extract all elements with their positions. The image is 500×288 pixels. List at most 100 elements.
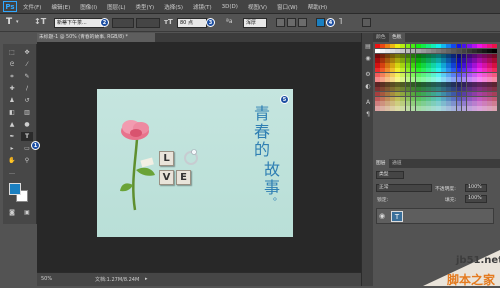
color-swatch[interactable] xyxy=(405,77,411,82)
color-swatch[interactable] xyxy=(487,96,492,101)
color-swatch[interactable] xyxy=(492,53,497,58)
color-swatch[interactable] xyxy=(375,44,380,49)
color-swatch[interactable] xyxy=(482,63,487,68)
color-swatch[interactable] xyxy=(461,53,467,58)
color-swatch[interactable] xyxy=(476,106,482,111)
color-swatch[interactable] xyxy=(482,82,487,87)
color-swatch[interactable] xyxy=(476,77,482,82)
color-swatch[interactable] xyxy=(395,82,401,87)
color-swatch[interactable] xyxy=(405,96,411,101)
color-swatch[interactable] xyxy=(410,106,416,111)
screen-mode-icon[interactable]: ▣ xyxy=(21,208,33,217)
eyedropper-tool-icon[interactable]: ✎ xyxy=(21,72,33,81)
visibility-eye-icon[interactable]: ◉ xyxy=(379,212,385,220)
tab-channels[interactable]: 通道 xyxy=(389,159,405,168)
align-right-icon[interactable] xyxy=(298,18,307,27)
color-swatch[interactable] xyxy=(456,48,462,54)
color-swatch[interactable] xyxy=(461,87,467,92)
color-swatch[interactable] xyxy=(492,58,497,63)
color-swatch[interactable] xyxy=(390,87,395,92)
color-swatch[interactable] xyxy=(487,67,492,73)
color-swatch[interactable] xyxy=(446,44,452,49)
color-swatch[interactable] xyxy=(431,67,436,73)
color-swatch[interactable] xyxy=(456,53,462,58)
color-swatch[interactable] xyxy=(476,101,482,106)
color-swatch[interactable] xyxy=(375,63,380,68)
color-swatch[interactable] xyxy=(482,72,487,78)
stamp-tool-icon[interactable]: ♟ xyxy=(6,96,18,105)
color-swatch[interactable] xyxy=(410,58,416,63)
color-swatch[interactable] xyxy=(446,82,452,87)
color-swatch[interactable] xyxy=(395,77,401,82)
blur-tool-icon[interactable]: ▲ xyxy=(6,120,18,129)
color-swatch[interactable] xyxy=(385,44,390,49)
color-swatch[interactable] xyxy=(446,67,452,73)
color-swatch[interactable] xyxy=(425,96,431,101)
color-swatch[interactable] xyxy=(456,106,462,111)
color-swatch[interactable] xyxy=(431,77,436,82)
color-swatch[interactable] xyxy=(400,77,406,82)
color-swatch[interactable] xyxy=(375,91,380,97)
character-panel-icon[interactable]: A xyxy=(364,99,372,107)
color-swatch[interactable] xyxy=(456,87,462,92)
color-swatch[interactable] xyxy=(451,96,457,101)
color-swatch[interactable] xyxy=(476,72,482,78)
color-swatch[interactable] xyxy=(385,58,390,63)
color-swatch[interactable] xyxy=(436,77,441,82)
menu-3d[interactable]: 3D(D) xyxy=(222,4,238,10)
color-swatch[interactable] xyxy=(400,82,406,87)
zoom-level[interactable]: 50% xyxy=(41,276,52,282)
color-swatch[interactable] xyxy=(415,67,421,73)
tab-layers[interactable]: 图层 xyxy=(373,159,389,168)
opacity-field[interactable]: 100% xyxy=(465,184,487,192)
menu-window[interactable]: 窗口(W) xyxy=(277,3,298,11)
color-swatch[interactable] xyxy=(446,48,452,54)
gradient-tool-icon[interactable]: ▥ xyxy=(21,108,33,117)
color-swatch[interactable] xyxy=(410,72,416,78)
color-swatch[interactable] xyxy=(451,48,457,54)
color-swatch[interactable] xyxy=(436,58,441,63)
color-swatch[interactable] xyxy=(492,63,497,68)
color-swatch[interactable] xyxy=(420,67,426,73)
color-swatch[interactable] xyxy=(405,58,411,63)
color-swatch[interactable] xyxy=(395,67,401,73)
color-swatch[interactable] xyxy=(400,58,406,63)
color-swatch[interactable] xyxy=(375,72,380,78)
color-swatch[interactable] xyxy=(441,77,446,82)
color-swatch[interactable] xyxy=(405,101,411,106)
color-swatch[interactable] xyxy=(425,72,431,78)
color-swatch[interactable] xyxy=(451,91,457,97)
color-swatch[interactable] xyxy=(492,77,497,82)
canvas-area[interactable]: L V E 青 春 的 故 事 。 5 xyxy=(37,42,361,272)
color-swatch[interactable] xyxy=(492,91,497,97)
color-swatch[interactable] xyxy=(425,53,431,58)
color-swatch[interactable] xyxy=(410,87,416,92)
color-swatch[interactable] xyxy=(395,44,401,49)
color-swatch[interactable] xyxy=(375,67,380,73)
color-swatch[interactable] xyxy=(405,82,411,87)
color-swatch[interactable] xyxy=(451,53,457,58)
color-swatch[interactable] xyxy=(461,101,467,106)
color-swatch[interactable] xyxy=(471,44,477,49)
color-swatch[interactable] xyxy=(456,67,462,73)
color-swatch[interactable] xyxy=(476,67,482,73)
color-swatch[interactable] xyxy=(436,53,441,58)
menu-help[interactable]: 帮助(H) xyxy=(308,3,327,11)
color-swatch[interactable] xyxy=(405,87,411,92)
color-swatch[interactable] xyxy=(375,82,380,87)
color-swatch[interactable] xyxy=(390,77,395,82)
color-swatch[interactable] xyxy=(385,82,390,87)
color-swatch[interactable] xyxy=(487,77,492,82)
color-swatch[interactable] xyxy=(390,67,395,73)
color-swatch[interactable] xyxy=(420,87,426,92)
color-swatch[interactable] xyxy=(415,77,421,82)
color-swatch[interactable] xyxy=(471,58,477,63)
color-swatch[interactable] xyxy=(400,63,406,68)
color-swatch[interactable] xyxy=(487,48,492,54)
color-swatch[interactable] xyxy=(415,96,421,101)
color-swatch[interactable] xyxy=(446,72,452,78)
color-swatch[interactable] xyxy=(461,58,467,63)
menu-edit[interactable]: 编辑(E) xyxy=(51,3,70,11)
character-panel-icon[interactable] xyxy=(362,18,371,27)
color-swatch[interactable] xyxy=(487,63,492,68)
